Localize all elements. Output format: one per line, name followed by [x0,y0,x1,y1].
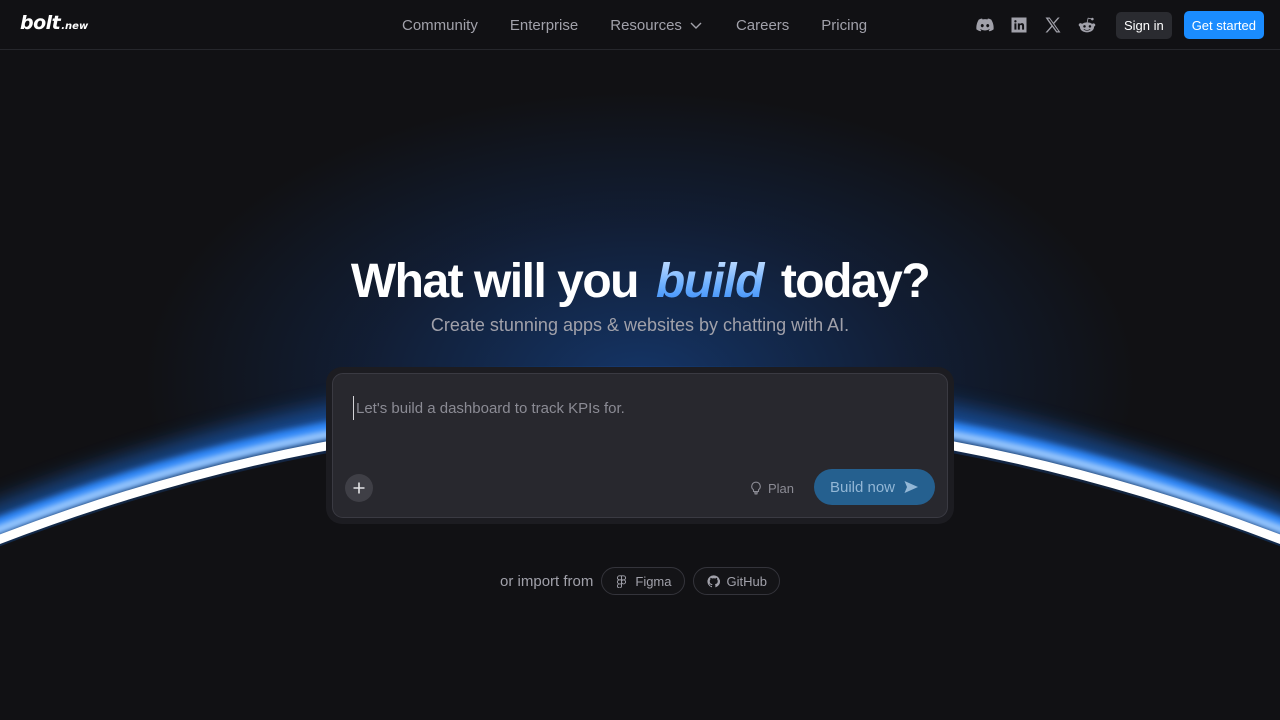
hero-title-after: today? [780,255,931,308]
build-now-button[interactable]: Build now [814,469,935,505]
lightbulb-icon [751,481,761,495]
import-github-button[interactable]: GitHub [692,567,780,595]
nav-careers[interactable]: Careers [736,17,789,34]
nav-pricing[interactable]: Pricing [821,17,867,34]
x-icon[interactable] [1042,14,1064,36]
page: bolt .new Community Enterprise Resources… [0,0,1280,720]
nav-enterprise[interactable]: Enterprise [510,17,578,34]
github-label: GitHub [726,573,767,589]
send-icon [904,481,919,493]
nav-resources-label: Resources [610,16,682,34]
reddit-icon[interactable] [1076,14,1098,36]
bolt-logo[interactable]: bolt .new [20,12,88,34]
horizon-arc [0,375,1280,720]
chevron-down-icon [690,22,702,29]
linkedin-icon[interactable] [1008,14,1030,36]
build-now-label: Build now [829,478,896,496]
plan-button[interactable]: Plan [749,476,794,500]
hero-title: What will you build today? [0,254,1280,309]
nav-resources[interactable]: Resources [610,17,704,34]
logo-text: bolt [20,12,61,34]
github-icon [706,574,720,587]
prompt-container: Plan Build now [326,367,954,524]
import-label: or import from [500,572,594,590]
import-figma-button[interactable]: Figma [601,567,685,595]
nav-community[interactable]: Community [402,17,478,34]
hero-title-before: What will you [350,255,640,308]
prompt-input[interactable] [353,396,923,420]
background-glow [0,0,1280,720]
plus-icon [353,482,365,494]
attach-button[interactable] [345,474,373,502]
logo-suffix: .new [61,21,89,32]
hero-title-accent: build [650,255,769,308]
hero-subtitle: Create stunning apps & websites by chatt… [430,315,850,335]
top-navbar: bolt .new Community Enterprise Resources… [0,0,1280,50]
import-row: or import from Figma GitHub [0,567,1280,595]
discord-icon[interactable] [974,14,996,36]
main-nav: Community Enterprise Resources Careers P… [402,0,867,50]
sign-in-button[interactable]: Sign in [1115,11,1172,39]
header-actions: Sign in Get started [974,0,1264,50]
plan-label: Plan [768,480,795,496]
figma-label: Figma [635,573,672,589]
prompt-box: Plan Build now [332,373,948,518]
figma-icon [617,574,627,588]
get-started-button[interactable]: Get started [1183,11,1264,39]
